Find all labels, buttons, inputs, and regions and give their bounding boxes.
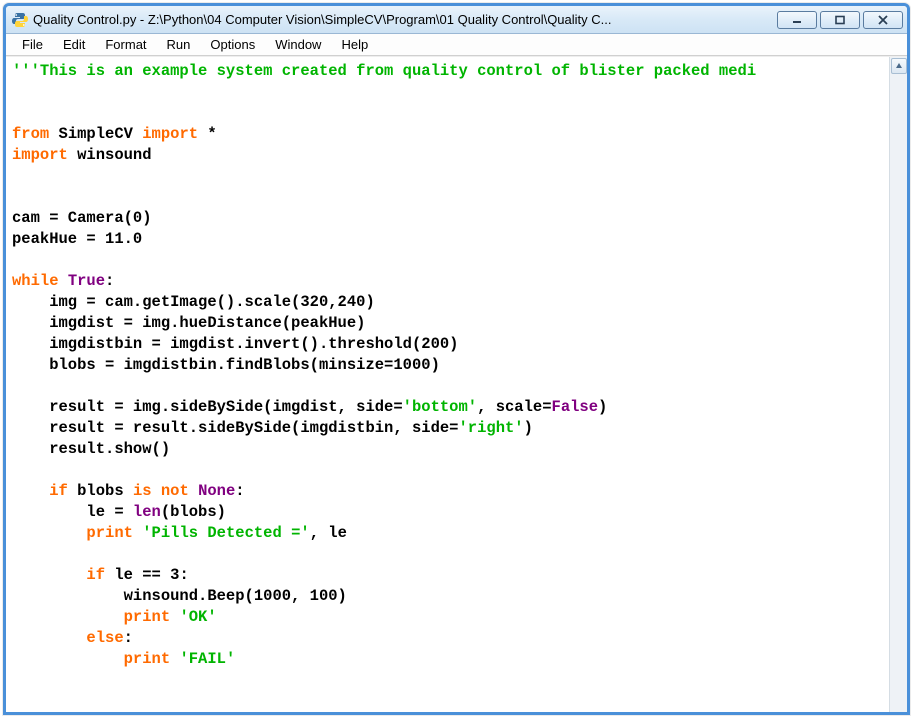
vertical-scrollbar[interactable]: [889, 57, 907, 712]
code-keyword-while: while: [12, 272, 59, 290]
menu-help[interactable]: Help: [331, 35, 378, 54]
code-string: 'FAIL': [179, 650, 235, 668]
code-text: [12, 566, 86, 584]
code-text: winsound: [68, 146, 152, 164]
window-controls: [777, 11, 903, 29]
code-keyword-import: import: [12, 146, 68, 164]
code-docstring: '''This is an example system created fro…: [12, 62, 756, 80]
code-text: le == 3:: [105, 566, 189, 584]
code-editor[interactable]: '''This is an example system created fro…: [6, 57, 889, 712]
code-text: (blobs): [161, 503, 226, 521]
code-builtin-true: True: [59, 272, 106, 290]
code-text: SimpleCV: [49, 125, 142, 143]
menu-file[interactable]: File: [12, 35, 53, 54]
menu-window[interactable]: Window: [265, 35, 331, 54]
code-text: :: [105, 272, 114, 290]
scroll-up-button[interactable]: [891, 58, 907, 74]
code-keyword-else: else: [86, 629, 123, 647]
code-string: 'OK': [179, 608, 216, 626]
code-keyword-print: print: [124, 608, 171, 626]
code-string: 'bottom': [403, 398, 477, 416]
code-text: , scale=: [477, 398, 551, 416]
code-text: [12, 524, 86, 542]
code-text: ): [598, 398, 607, 416]
menu-run[interactable]: Run: [157, 35, 201, 54]
menu-options[interactable]: Options: [200, 35, 265, 54]
menubar: File Edit Format Run Options Window Help: [6, 34, 907, 56]
code-keyword-if: if: [86, 566, 105, 584]
code-line: cam = Camera(0): [12, 209, 152, 227]
titlebar[interactable]: Quality Control.py - Z:\Python\04 Comput…: [6, 6, 907, 34]
window-title: Quality Control.py - Z:\Python\04 Comput…: [33, 12, 777, 27]
code-keyword-print: print: [86, 524, 133, 542]
code-text: :: [124, 629, 133, 647]
code-keyword-print: print: [124, 650, 171, 668]
code-line: winsound.Beep(1000, 100): [12, 587, 347, 605]
code-text: ): [524, 419, 533, 437]
code-text: [12, 629, 86, 647]
code-line: imgdistbin = imgdist.invert().threshold(…: [12, 335, 458, 353]
code-string: 'Pills Detected =': [142, 524, 309, 542]
code-builtin-none: None: [189, 482, 236, 500]
code-string: 'right': [458, 419, 523, 437]
code-keyword-if: if: [49, 482, 68, 500]
code-line: result.show(): [12, 440, 170, 458]
menu-format[interactable]: Format: [95, 35, 156, 54]
code-text: result = result.sideBySide(imgdistbin, s…: [12, 419, 458, 437]
code-keyword-import: import: [142, 125, 198, 143]
editor-area: '''This is an example system created fro…: [6, 56, 907, 712]
code-text: :: [235, 482, 244, 500]
maximize-button[interactable]: [820, 11, 860, 29]
code-line: peakHue = 11.0: [12, 230, 142, 248]
code-text: result = img.sideBySide(imgdist, side=: [12, 398, 403, 416]
app-window: Quality Control.py - Z:\Python\04 Comput…: [3, 3, 910, 715]
code-text: [12, 482, 49, 500]
scroll-track[interactable]: [891, 75, 907, 712]
code-text: [133, 524, 142, 542]
minimize-button[interactable]: [777, 11, 817, 29]
code-builtin-len: len: [133, 503, 161, 521]
code-keyword-isnot: is not: [133, 482, 189, 500]
close-button[interactable]: [863, 11, 903, 29]
code-builtin-false: False: [552, 398, 599, 416]
python-idle-icon: [12, 12, 28, 28]
code-keyword-from: from: [12, 125, 49, 143]
menu-edit[interactable]: Edit: [53, 35, 95, 54]
code-text: *: [198, 125, 217, 143]
code-line: blobs = imgdistbin.findBlobs(minsize=100…: [12, 356, 440, 374]
code-text: blobs: [68, 482, 133, 500]
code-line: img = cam.getImage().scale(320,240): [12, 293, 375, 311]
code-text: [12, 608, 124, 626]
code-line: imgdist = img.hueDistance(peakHue): [12, 314, 365, 332]
code-text: , le: [310, 524, 347, 542]
code-text: le =: [12, 503, 133, 521]
code-text: [12, 650, 124, 668]
